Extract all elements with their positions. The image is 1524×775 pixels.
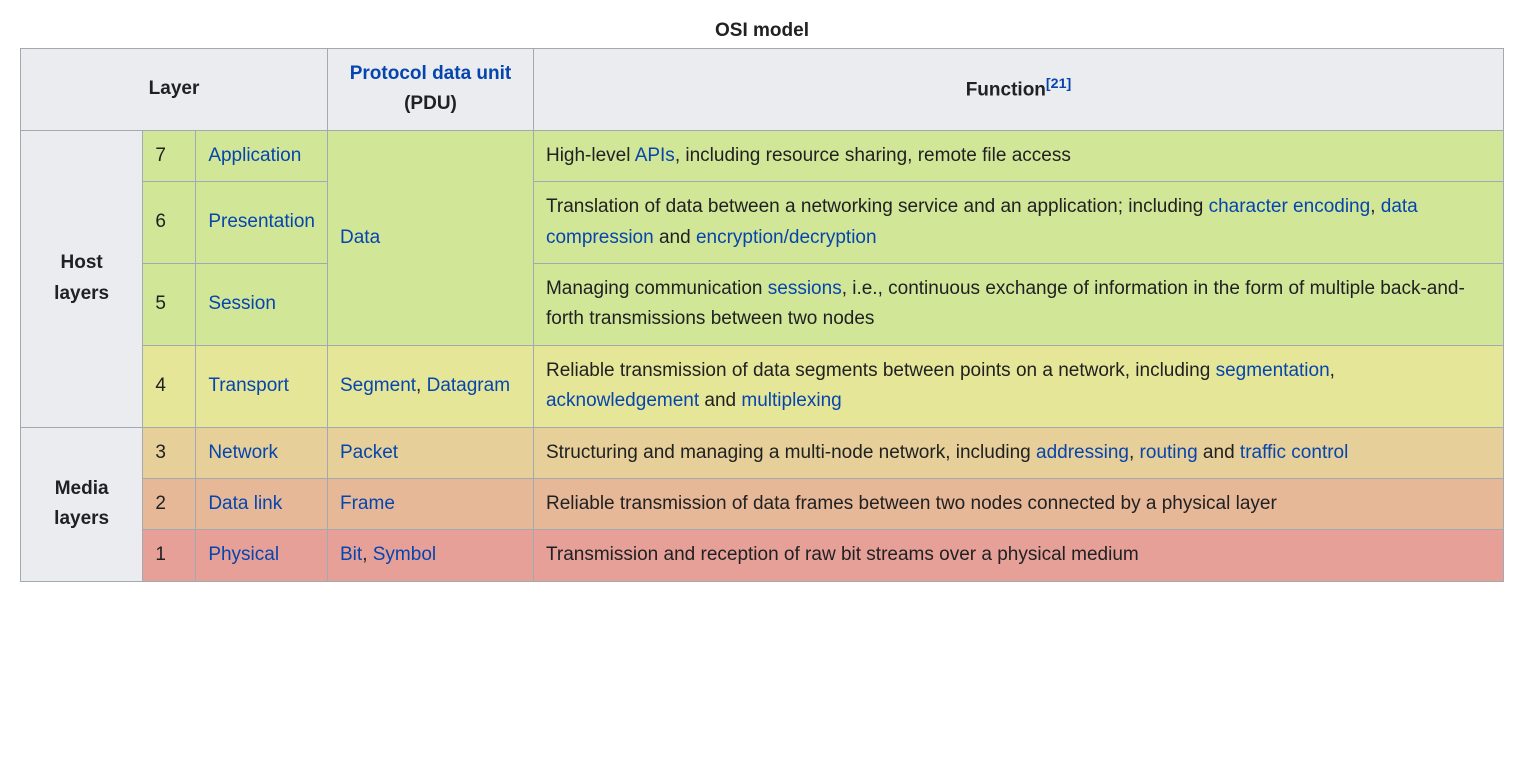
layer-name-cell-2: Data link [196,478,328,529]
layer-name-cell-5: Session [196,263,328,345]
pdu-bit-cell: Bit, Symbol [328,530,534,581]
osi-model-table: OSI model Layer Protocol data unit (PDU)… [20,20,1504,582]
group-host-layers: Host layers [21,130,143,427]
link-encryption-decryption[interactable]: encryption/decryption [696,227,877,248]
row-layer-5: 5 Session Managing communication session… [21,263,1504,345]
function-cell-1: Transmission and reception of raw bit st… [533,530,1503,581]
citation-21[interactable]: [21] [1046,76,1071,92]
link-segment[interactable]: Segment [340,375,416,396]
link-physical[interactable]: Physical [208,544,279,565]
layer-number-2: 2 [143,478,196,529]
link-bit[interactable]: Bit [340,544,362,565]
layer-name-cell-7: Application [196,130,328,181]
function-cell-7: High-level APIs, including resource shar… [533,130,1503,181]
link-character-encoding[interactable]: character encoding [1209,196,1371,217]
row-layer-2: 2 Data link Frame Reliable transmission … [21,478,1504,529]
group-media-layers: Media layers [21,427,143,581]
link-transport[interactable]: Transport [208,375,289,396]
header-layer: Layer [21,49,328,131]
function-cell-3: Structuring and managing a multi-node ne… [533,427,1503,478]
link-application[interactable]: Application [208,145,301,166]
header-function-label: Function [966,79,1046,100]
pdu-link[interactable]: Protocol data unit [350,63,512,84]
row-layer-7: Host layers 7 Application Data High-leve… [21,130,1504,181]
header-function: Function[21] [533,49,1503,131]
layer-name-cell-3: Network [196,427,328,478]
layer-number-5: 5 [143,263,196,345]
row-layer-3: Media layers 3 Network Packet Structurin… [21,427,1504,478]
layer-name-cell-1: Physical [196,530,328,581]
link-datagram[interactable]: Datagram [427,375,510,396]
layer-number-1: 1 [143,530,196,581]
layer-name-cell-4: Transport [196,345,328,427]
layer-number-7: 7 [143,130,196,181]
link-multiplexing[interactable]: multiplexing [741,390,841,411]
link-traffic-control[interactable]: traffic control [1240,442,1348,463]
layer-number-6: 6 [143,182,196,264]
link-packet[interactable]: Packet [340,442,398,463]
link-symbol[interactable]: Symbol [373,544,436,565]
pdu-packet-cell: Packet [328,427,534,478]
link-session[interactable]: Session [208,293,276,314]
pdu-data-cell: Data [328,130,534,345]
pdu-frame-cell: Frame [328,478,534,529]
link-apis[interactable]: APIs [635,145,675,166]
layer-number-4: 4 [143,345,196,427]
table-caption: OSI model [20,20,1504,48]
link-data-link[interactable]: Data link [208,493,282,514]
link-network[interactable]: Network [208,442,278,463]
pdu-abbrev: (PDU) [404,93,457,114]
link-sessions[interactable]: sessions [768,278,842,299]
pdu-segment-cell: Segment, Datagram [328,345,534,427]
function-cell-5: Managing communication sessions, i.e., c… [533,263,1503,345]
function-cell-4: Reliable transmission of data segments b… [533,345,1503,427]
function-cell-2: Reliable transmission of data frames bet… [533,478,1503,529]
layer-number-3: 3 [143,427,196,478]
link-presentation[interactable]: Presentation [208,211,315,232]
link-acknowledgement[interactable]: acknowledgement [546,390,699,411]
function-cell-6: Translation of data between a networking… [533,182,1503,264]
link-data[interactable]: Data [340,227,380,248]
link-addressing[interactable]: addressing [1036,442,1129,463]
layer-name-cell-6: Presentation [196,182,328,264]
link-frame[interactable]: Frame [340,493,395,514]
link-routing[interactable]: routing [1140,442,1198,463]
link-segmentation[interactable]: segmentation [1216,360,1330,381]
row-layer-6: 6 Presentation Translation of data betwe… [21,182,1504,264]
header-pdu: Protocol data unit (PDU) [328,49,534,131]
row-layer-4: 4 Transport Segment, Datagram Reliable t… [21,345,1504,427]
row-layer-1: 1 Physical Bit, Symbol Transmission and … [21,530,1504,581]
